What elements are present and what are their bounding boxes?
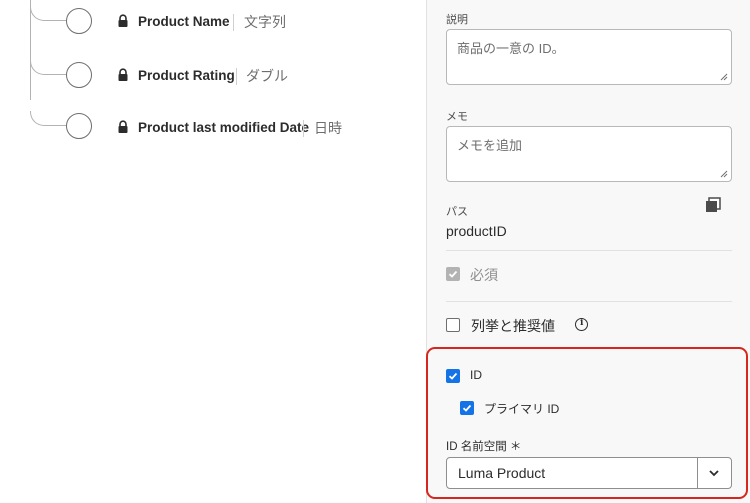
tree-connector-curve xyxy=(30,5,68,21)
divider xyxy=(446,250,732,251)
tree-node-circle[interactable] xyxy=(66,8,92,34)
namespace-label: ID 名前空間 ＊ xyxy=(446,441,522,453)
tree-connector-line xyxy=(30,0,31,100)
field-type: 文字列 xyxy=(244,14,286,30)
description-label: 説明 xyxy=(446,14,468,26)
required-label: 必須 xyxy=(470,267,498,283)
primary-id-label: プライマリ ID xyxy=(484,402,560,416)
field-type: ダブル xyxy=(246,68,288,84)
separator xyxy=(303,120,304,137)
chevron-down-icon xyxy=(709,470,719,477)
checkmark-icon xyxy=(462,404,472,412)
primary-id-checkbox[interactable] xyxy=(460,401,474,415)
checkmark-icon xyxy=(448,372,458,380)
lock-icon xyxy=(118,68,128,81)
namespace-picker[interactable]: Luma Product xyxy=(446,457,732,489)
description-value: 商品の一意の ID。 xyxy=(457,41,565,56)
memo-placeholder: メモを追加 xyxy=(457,138,523,153)
tree-connector-curve xyxy=(30,111,68,126)
separator xyxy=(236,68,237,85)
memo-textarea[interactable]: メモを追加 xyxy=(446,126,732,182)
copy-icon[interactable] xyxy=(705,197,721,213)
tree-connector-curve xyxy=(30,59,68,75)
identity-label: ID xyxy=(470,368,482,382)
field-type: 日時 xyxy=(314,120,342,136)
tree-node-circle[interactable] xyxy=(66,62,92,88)
info-icon[interactable]: i xyxy=(575,318,588,331)
required-checkbox xyxy=(446,267,460,281)
checkmark-icon xyxy=(448,270,458,278)
path-value: productID xyxy=(446,223,507,239)
enum-label: 列挙と推奨値 xyxy=(471,318,555,334)
identity-checkbox[interactable] xyxy=(446,369,460,383)
namespace-dropdown-button[interactable] xyxy=(697,458,731,488)
description-textarea[interactable]: 商品の一意の ID。 xyxy=(446,29,732,85)
lock-icon xyxy=(118,120,128,133)
field-name: Product Rating xyxy=(138,68,235,83)
field-name: Product Name xyxy=(138,14,230,29)
tree-node-circle[interactable] xyxy=(66,113,92,139)
resize-grip-icon[interactable] xyxy=(720,73,728,81)
path-label: パス xyxy=(446,206,468,218)
divider xyxy=(446,301,732,302)
schema-tree: Product Name 文字列 Product Rating ダブル Prod… xyxy=(0,0,426,503)
namespace-value: Luma Product xyxy=(458,465,546,481)
lock-icon xyxy=(118,14,128,27)
resize-grip-icon[interactable] xyxy=(720,170,728,178)
enum-checkbox[interactable] xyxy=(446,318,460,332)
memo-label: メモ xyxy=(446,111,468,123)
separator xyxy=(233,14,234,31)
field-properties-panel: 説明 商品の一意の ID。 メモ メモを追加 パス productID 必須 列… xyxy=(426,0,750,503)
field-name: Product last modified Date xyxy=(138,120,310,135)
